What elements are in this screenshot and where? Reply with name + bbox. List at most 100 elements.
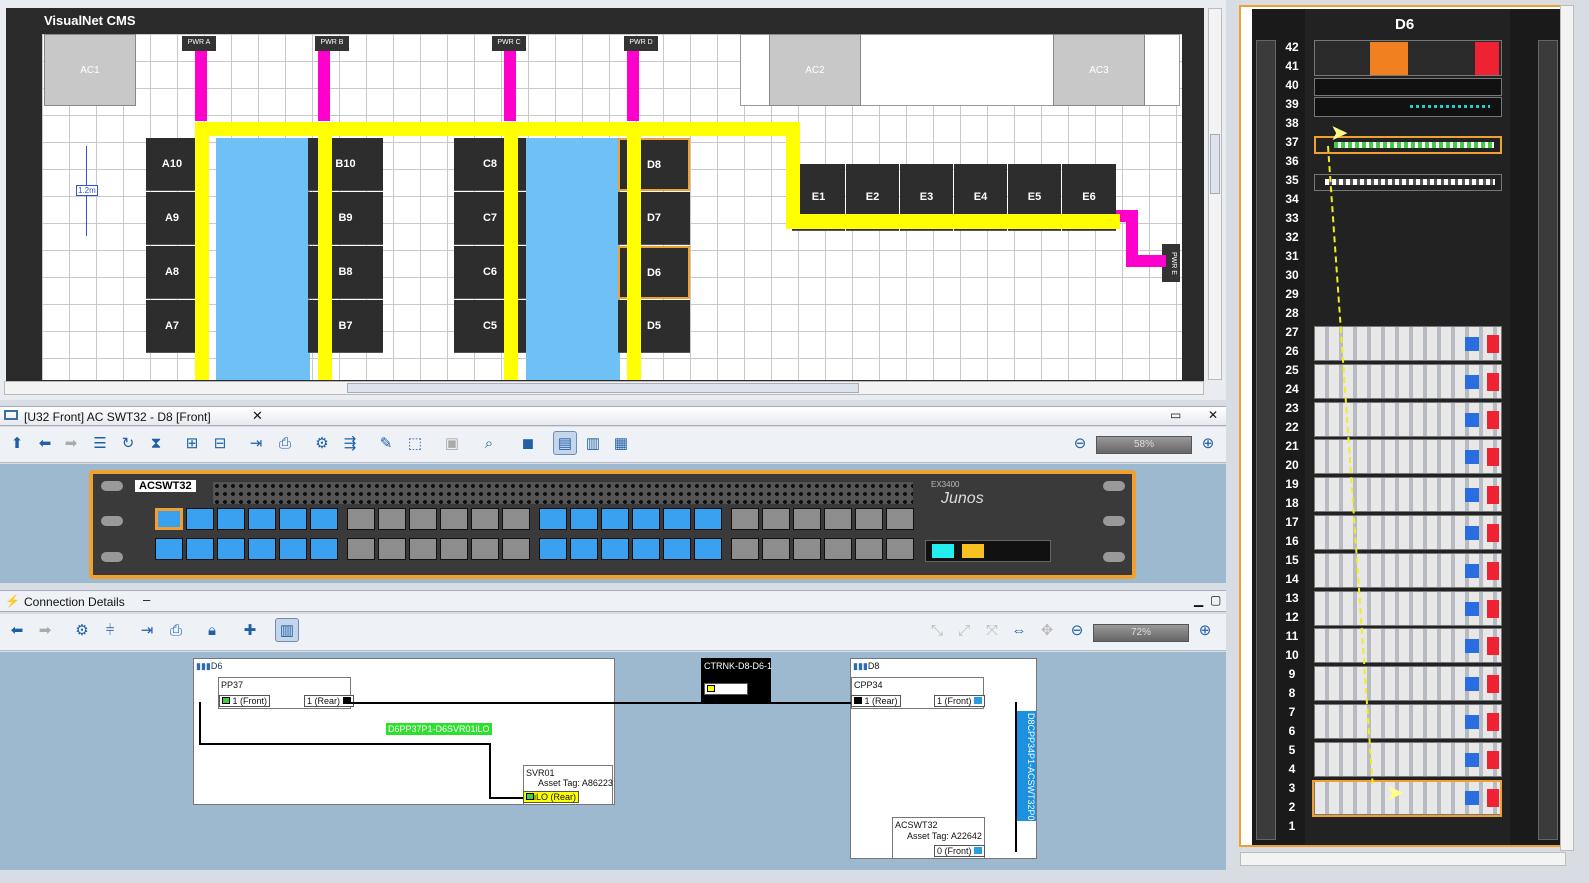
switch-port[interactable] (824, 508, 852, 530)
server[interactable] (1314, 515, 1502, 550)
switch-port[interactable] (310, 538, 338, 560)
server[interactable] (1314, 477, 1502, 513)
server[interactable] (1314, 401, 1502, 437)
switch-port[interactable] (539, 538, 567, 560)
switch-port[interactable] (632, 508, 660, 530)
switch-port[interactable] (824, 538, 852, 560)
switch-port[interactable] (378, 508, 406, 530)
pdu-right[interactable] (1538, 40, 1558, 840)
add-icon[interactable]: ✚ (238, 618, 262, 642)
cpp34-rear-port[interactable]: 1 (Rear) (851, 695, 901, 707)
rack-hscrollbar[interactable] (1240, 852, 1566, 866)
switch-port[interactable] (855, 508, 883, 530)
switch-port[interactable] (663, 538, 691, 560)
export-icon[interactable]: ⇥ (244, 431, 268, 455)
pp37-rear-port[interactable]: 1 (Rear) (304, 695, 354, 707)
forward-arrow-icon[interactable]: ➡ (59, 431, 83, 455)
switch-port[interactable] (186, 538, 214, 560)
zoom-level[interactable]: 72% (1093, 624, 1189, 642)
settings-gear-icon[interactable]: ⚙ (70, 618, 94, 642)
power-d[interactable]: PWR D (624, 36, 658, 51)
switch-port[interactable] (279, 508, 307, 530)
select-icon[interactable]: ⬚ (403, 431, 427, 455)
switch-port[interactable] (440, 508, 468, 530)
switch-port[interactable] (409, 538, 437, 560)
svr01-ilo-port[interactable]: iLO (Rear) (523, 791, 580, 803)
lock-icon[interactable]: 🔒︎ (200, 618, 224, 642)
switch-port[interactable] (886, 508, 914, 530)
switch-port[interactable] (601, 508, 629, 530)
settings-gear-icon[interactable]: ⚙ (310, 431, 334, 455)
switch-port[interactable] (570, 508, 598, 530)
floor-hscroll-thumb[interactable] (347, 383, 859, 393)
switch-port[interactable] (502, 508, 530, 530)
power-c[interactable]: PWR C (492, 36, 526, 51)
network-device[interactable] (1314, 97, 1502, 117)
server[interactable] (1314, 439, 1502, 475)
back-arrow-icon[interactable]: ⬅ (5, 618, 29, 642)
switch-port[interactable] (248, 538, 276, 560)
forward-arrow-icon[interactable]: ➡ (33, 618, 57, 642)
switch-port[interactable] (855, 538, 883, 560)
switch-port[interactable] (155, 508, 183, 530)
switch-port[interactable] (632, 538, 660, 560)
switch-port[interactable] (155, 538, 183, 560)
switch-port[interactable] (601, 538, 629, 560)
ac-unit-2[interactable]: AC2 (769, 34, 861, 106)
trace-icon[interactable]: ⇶ (338, 431, 362, 455)
switch-port[interactable] (570, 538, 598, 560)
server[interactable] (1314, 590, 1502, 626)
trunk-box[interactable]: CTRNK-D8-D6-1 Row D (701, 658, 772, 704)
rack-rear-icon[interactable]: ⊟ (208, 431, 232, 455)
both-view-icon[interactable]: ▦ (609, 431, 633, 455)
rack-a10[interactable]: A10 (146, 138, 198, 191)
switch-port[interactable] (731, 508, 759, 530)
ac-unit-3[interactable]: AC3 (1053, 34, 1145, 106)
switch-port[interactable] (762, 538, 790, 560)
search-icon[interactable]: ⌕ (477, 431, 501, 455)
close-icon[interactable]: ✕ (252, 408, 263, 424)
columns-icon[interactable]: ▥ (275, 618, 299, 642)
switch-port[interactable] (762, 508, 790, 530)
fit-icon[interactable]: ⤧ (980, 618, 1004, 642)
filter-icon[interactable]: ⧗ (144, 431, 168, 455)
zoom-in-icon[interactable]: ⊕ (1196, 431, 1220, 455)
pdu-left[interactable] (1256, 40, 1276, 840)
zoom-level[interactable]: 58% (1096, 436, 1192, 454)
minimize-icon[interactable]: – (143, 592, 150, 607)
floor-plan-canvas[interactable]: AC1 AC2 AC3 PWR A PWR B PWR C PWR D PWR … (42, 34, 1182, 380)
switch-port[interactable] (378, 538, 406, 560)
power-a[interactable]: PWR A (182, 36, 216, 51)
cable-label-d8[interactable]: D8CPP34P1-ACSWT32P0 (1016, 711, 1036, 821)
floor-vscrollbar[interactable] (1208, 8, 1222, 380)
switch-port[interactable] (793, 538, 821, 560)
server[interactable] (1314, 741, 1502, 777)
server[interactable] (1314, 666, 1502, 702)
zoom-out-icon[interactable]: ⊖ (1068, 431, 1092, 455)
switch-port[interactable] (886, 538, 914, 560)
switch-port[interactable] (694, 538, 722, 560)
ac-unit-1[interactable]: AC1 (44, 34, 136, 106)
server[interactable] (1314, 628, 1502, 664)
switch-port[interactable] (502, 538, 530, 560)
svr01-highlight[interactable] (1312, 780, 1502, 817)
front-view-icon[interactable]: ▤ (553, 431, 577, 455)
cable-label-d6[interactable]: D6PP37P1-D6SVR01iLO (386, 723, 492, 735)
switch-port[interactable] (217, 538, 245, 560)
export-icon[interactable]: ⇥ (135, 618, 159, 642)
switch-port[interactable] (347, 508, 375, 530)
rack-box-d8[interactable]: ▮▮▮D8 CPP34 1 (Rear) 1 (Front) D8CPP34P1… (850, 658, 1037, 859)
switch-port[interactable] (539, 508, 567, 530)
list-icon[interactable]: ☰ (88, 431, 112, 455)
switch-port[interactable] (694, 508, 722, 530)
close-panel-icon[interactable]: ✕ (1208, 408, 1218, 422)
rack-vscrollbar[interactable] (1560, 5, 1574, 851)
power-b[interactable]: PWR B (315, 36, 349, 51)
uplink-port-1[interactable] (932, 544, 954, 558)
pp37-front-port[interactable]: 1 (Front) (219, 695, 271, 707)
switch-port[interactable] (248, 508, 276, 530)
minimize-panel-icon[interactable]: ▁ (1194, 593, 1203, 607)
switch-port[interactable] (663, 508, 691, 530)
print-icon[interactable]: ⎙ (273, 431, 297, 455)
split-icon[interactable]: ⫩ (98, 618, 122, 642)
